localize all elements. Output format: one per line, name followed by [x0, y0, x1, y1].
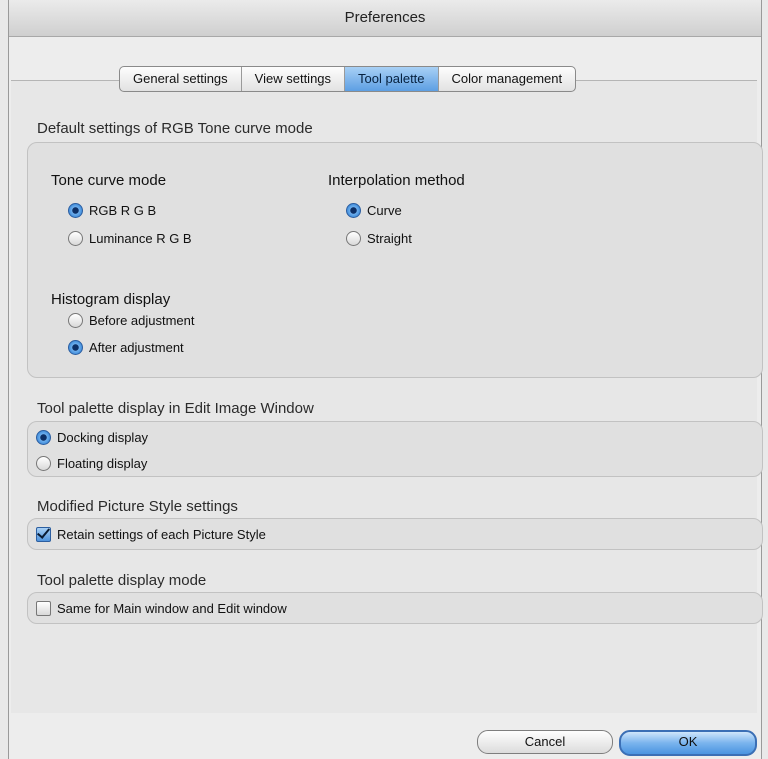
palette-display-group: Docking display Floating display [27, 421, 763, 477]
same-window-checkbox[interactable] [36, 601, 51, 616]
radio-straight[interactable] [346, 231, 361, 246]
tone-mode-rgb-label: RGB R G B [89, 203, 157, 218]
tone-curve-mode-title: Tone curve mode [51, 172, 167, 189]
tab-color-management[interactable]: Color management [439, 67, 576, 91]
tab-bar: General settings View settings Tool pale… [119, 66, 577, 92]
tone-mode-luminance-label: Luminance R G B [89, 231, 192, 246]
tone-mode-rgb-option[interactable]: RGB R G B [68, 203, 156, 218]
window-title: Preferences [9, 0, 761, 37]
radio-luminance[interactable] [68, 231, 83, 246]
picture-style-title: Modified Picture Style settings [37, 498, 238, 515]
cancel-button[interactable]: Cancel [477, 730, 613, 754]
tab-general-settings[interactable]: General settings [120, 67, 242, 91]
radio-after-adjustment[interactable] [68, 340, 83, 355]
retain-picture-style-label: Retain settings of each Picture Style [57, 527, 266, 542]
docking-display-label: Docking display [57, 430, 149, 445]
histogram-after-option[interactable]: After adjustment [68, 340, 184, 355]
tone-mode-luminance-option[interactable]: Luminance R G B [68, 231, 192, 246]
histogram-before-label: Before adjustment [89, 313, 195, 328]
tone-curve-defaults-group: Tone curve mode RGB R G B Luminance R G … [27, 142, 763, 378]
palette-mode-title: Tool palette display mode [37, 572, 207, 589]
interpolation-title: Interpolation method [328, 172, 465, 189]
retain-picture-style-checkbox[interactable] [36, 527, 51, 542]
same-window-label: Same for Main window and Edit window [57, 601, 287, 616]
docking-display-option[interactable]: Docking display [36, 430, 148, 445]
radio-before-adjustment[interactable] [68, 313, 83, 328]
floating-display-option[interactable]: Floating display [36, 456, 147, 471]
histogram-title: Histogram display [51, 291, 171, 308]
interpolation-straight-option[interactable]: Straight [346, 231, 412, 246]
ok-button[interactable]: OK [619, 730, 757, 756]
palette-mode-group: Same for Main window and Edit window [27, 592, 763, 624]
radio-docking-display[interactable] [36, 430, 51, 445]
tab-view-settings[interactable]: View settings [242, 67, 346, 91]
interpolation-straight-label: Straight [367, 231, 412, 246]
retain-picture-style-option[interactable]: Retain settings of each Picture Style [36, 527, 266, 542]
radio-rgb[interactable] [68, 203, 83, 218]
interpolation-curve-option[interactable]: Curve [346, 203, 402, 218]
picture-style-group: Retain settings of each Picture Style [27, 518, 763, 550]
interpolation-curve-label: Curve [367, 203, 402, 218]
radio-floating-display[interactable] [36, 456, 51, 471]
radio-curve[interactable] [346, 203, 361, 218]
histogram-before-option[interactable]: Before adjustment [68, 313, 195, 328]
palette-display-title: Tool palette display in Edit Image Windo… [37, 400, 314, 417]
tab-tool-palette[interactable]: Tool palette [345, 67, 439, 91]
histogram-after-label: After adjustment [89, 340, 184, 355]
floating-display-label: Floating display [57, 456, 148, 471]
same-window-option[interactable]: Same for Main window and Edit window [36, 601, 287, 616]
preferences-window: Preferences General settings View settin… [8, 0, 763, 759]
tone-curve-defaults-title: Default settings of RGB Tone curve mode [37, 120, 313, 137]
